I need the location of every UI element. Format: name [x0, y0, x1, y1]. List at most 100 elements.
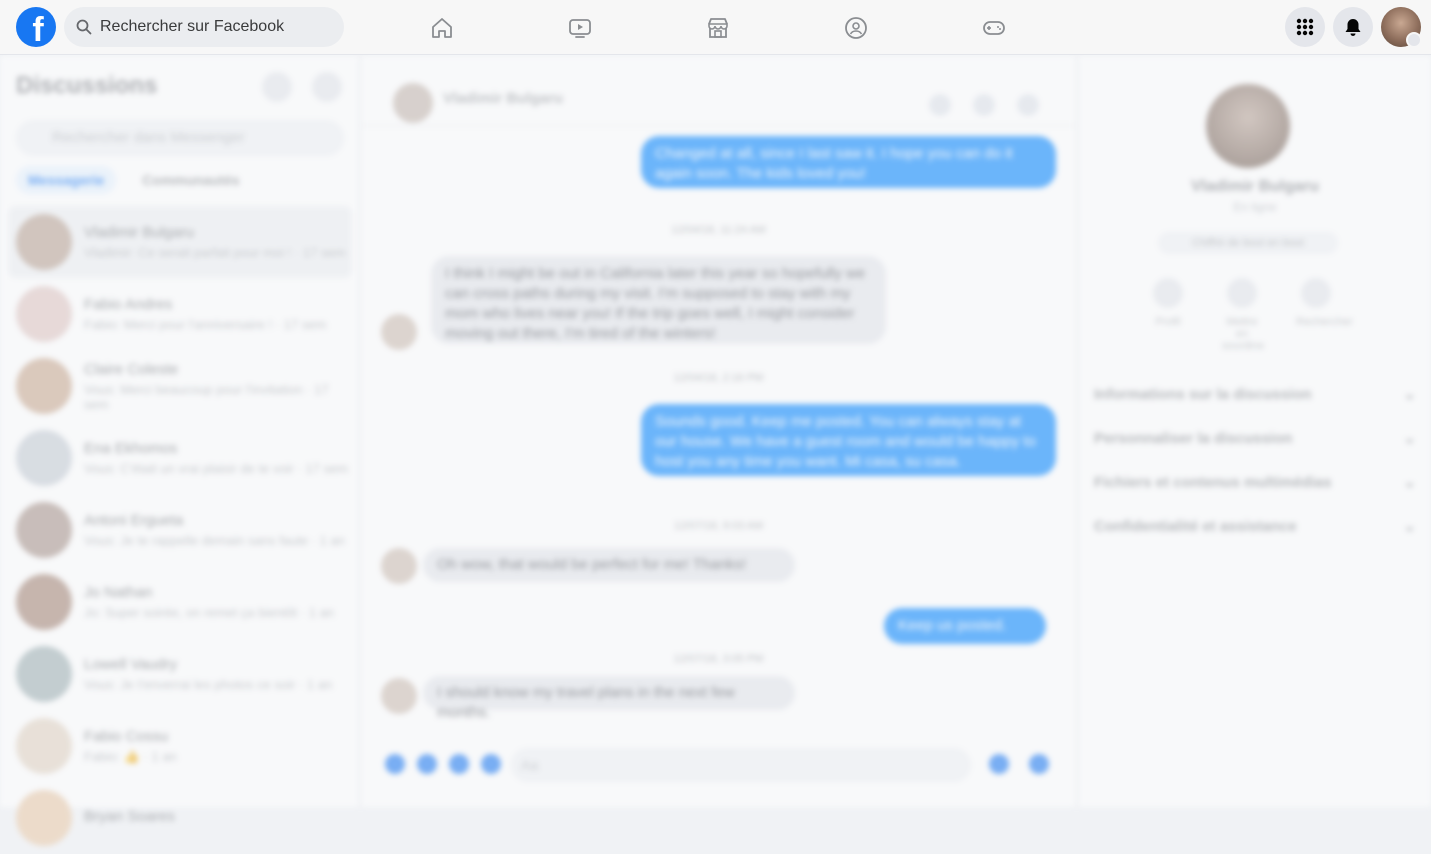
search-action-button[interactable]: Rechercher: [1296, 278, 1353, 352]
conversation-item[interactable]: Bryan Soares: [8, 782, 352, 854]
message-composer: Aa: [361, 740, 1076, 786]
contact-name[interactable]: Vladimir Bulgaru: [443, 90, 563, 107]
menu-item-chat-info[interactable]: Informations sur la discussion ⌄: [1094, 372, 1416, 416]
menu-item-label: Personnaliser la discussion: [1094, 429, 1293, 447]
more-actions-icon[interactable]: [385, 754, 405, 774]
conversation-preview: Vladimir: Ce serait parfait pour moi ! ·…: [84, 245, 346, 260]
conversation-name: Ena Ekhomos: [84, 440, 178, 457]
notifications-bell-icon: [1345, 19, 1361, 36]
facebook-logo-letter: f: [32, 11, 44, 47]
video-call-icon[interactable]: [973, 94, 995, 116]
menu-item-label: Confidentialité et assistance: [1094, 517, 1297, 535]
avatar: [16, 286, 72, 342]
avatar: [16, 502, 72, 558]
conversation-item[interactable]: Claire Coleste Vous: Merci beaucoup pour …: [8, 350, 352, 422]
message-bubble-outgoing: Changed at all, since I last saw it. I h…: [641, 136, 1056, 188]
topbar-right-actions: [1285, 7, 1422, 48]
chevron-down-icon: ⌄: [1403, 474, 1416, 491]
profile-icon: [1153, 278, 1183, 308]
message-bubble-incoming: I should know my travel plans in the nex…: [423, 676, 795, 721]
profile-avatar[interactable]: [1381, 7, 1422, 48]
chevron-down-icon: ⌄: [1403, 518, 1416, 535]
facebook-search-box[interactable]: [64, 7, 344, 47]
conversation-name: Vladimir Bulgaru: [84, 224, 195, 241]
conversation-preview: Vous: Je t'enverrai les photos ce soir ·…: [84, 677, 333, 692]
new-message-button[interactable]: [312, 72, 342, 102]
tab-communities[interactable]: Communautés: [130, 166, 251, 194]
conversation-item[interactable]: Jo Nathan Jo: Super soirée, on remet ça b…: [8, 566, 352, 638]
chevron-down-icon: ⌄: [1403, 386, 1416, 403]
sticker-icon[interactable]: [449, 754, 469, 774]
nav-marketplace-tab[interactable]: [649, 0, 787, 55]
message-input[interactable]: Aa: [511, 748, 971, 782]
message-bubble-outgoing: Sounds good. Keep me posted. You can alw…: [641, 404, 1056, 476]
conversation-preview: Vous: Je te rappelle demain sans faute ·…: [84, 533, 345, 548]
conversation-name: Antoni Ergueta: [84, 512, 184, 529]
contact-profile-name: Vladimir Bulgaru: [1190, 178, 1320, 195]
phone-icon[interactable]: [929, 94, 951, 116]
conversation-name: Fabio Cossu: [84, 727, 169, 745]
more-options-button[interactable]: [262, 72, 292, 102]
gaming-icon: [983, 20, 1005, 35]
contact-avatar: [381, 678, 417, 714]
conversations-sidebar: Discussions Rechercher dans Messenger Me…: [0, 56, 360, 846]
menu-item-media-files[interactable]: Fichiers et contenus multimédias ⌄: [1094, 460, 1416, 504]
conversation-item[interactable]: Fabio Andres Fabio: Merci pour l'annivers…: [8, 278, 352, 350]
image-attach-icon[interactable]: [417, 754, 437, 774]
avatar: [16, 718, 72, 774]
menu-button[interactable]: [1285, 7, 1325, 47]
chevron-down-icon: ⌄: [1403, 430, 1416, 447]
avatar: [16, 646, 72, 702]
profile-action-button[interactable]: Profil: [1148, 278, 1188, 352]
conversation-preview: Vous: Merci beaucoup pour l'invitation ·…: [84, 381, 329, 412]
conversation-name: Jo Nathan: [84, 584, 153, 601]
top-navigation-bar: f: [0, 0, 1431, 55]
message-timestamp: 12/07/18, 9:03 AM: [673, 520, 764, 532]
contact-avatar[interactable]: [393, 83, 433, 123]
menu-item-label: Informations sur la discussion: [1094, 385, 1312, 403]
nav-groups-tab[interactable]: [787, 0, 925, 55]
main-nav-tabs: [373, 0, 1063, 55]
contact-profile-avatar[interactable]: [1206, 84, 1290, 168]
encryption-badge: Chiffré de bout en bout: [1158, 232, 1338, 254]
mute-action-label: Mettre en sourdine: [1222, 316, 1265, 352]
info-icon[interactable]: [1017, 94, 1039, 116]
message-timestamp: 12/07/18, 3:05 PM: [673, 653, 764, 665]
notifications-button[interactable]: [1333, 7, 1373, 47]
profile-action-label: Profil: [1155, 316, 1181, 328]
watch-video-icon: [569, 18, 591, 38]
conversation-item[interactable]: Antoni Ergueta Vous: Je te rappelle demai…: [8, 494, 352, 566]
facebook-logo-icon[interactable]: f: [16, 7, 56, 47]
bell-mute-icon: [1227, 278, 1257, 308]
nav-gaming-tab[interactable]: [925, 0, 1063, 55]
conversation-item[interactable]: Lowell Vaudry Vous: Je t'enverrai les pho…: [8, 638, 352, 710]
message-bubble-incoming: Oh wow, that would be perfect for me! Th…: [423, 548, 795, 582]
emoji-icon[interactable]: [989, 754, 1009, 774]
search-action-label: Rechercher: [1296, 316, 1353, 328]
nav-home-tab[interactable]: [373, 0, 511, 55]
profile-actions: Profil Mettre en sourdine Rechercher: [1148, 278, 1353, 352]
menu-grid-icon: [1296, 18, 1314, 36]
menu-item-privacy-support[interactable]: Confidentialité et assistance ⌄: [1094, 504, 1416, 548]
sidebar-title: Discussions: [16, 72, 158, 99]
conversation-name: Fabio Andres: [84, 296, 173, 313]
mute-action-button[interactable]: Mettre en sourdine: [1222, 278, 1265, 352]
nav-watch-tab[interactable]: [511, 0, 649, 55]
conversation-preview: Vous: C'était un vrai plaisir de te voir…: [84, 461, 349, 476]
details-menu: Informations sur la discussion ⌄ Personna…: [1094, 372, 1416, 548]
search-input[interactable]: [100, 18, 320, 36]
message-timestamp: 12/04/18, 2:16 PM: [673, 372, 764, 384]
conversation-item[interactable]: Fabio Cossu Fabio: 👍 · 1 an: [8, 710, 352, 782]
gif-icon[interactable]: [481, 754, 501, 774]
messenger-search-input[interactable]: Rechercher dans Messenger: [16, 120, 344, 156]
messenger-page-blurred: Discussions Rechercher dans Messenger Me…: [0, 56, 1431, 846]
conversation-item[interactable]: Ena Ekhomos Vous: C'était un vrai plaisir…: [8, 422, 352, 494]
like-thumb-icon[interactable]: [1029, 754, 1049, 774]
conversation-name: Bryan Soares: [84, 807, 175, 825]
avatar: [16, 790, 72, 846]
conversation-item[interactable]: Vladimir Bulgaru Vladimir: Ce serait parf…: [8, 206, 352, 278]
tab-inbox[interactable]: Messagerie: [16, 166, 117, 194]
conversation-preview: Fabio: Merci pour l'anniversaire ! · 17 …: [84, 317, 327, 332]
menu-item-customize-chat[interactable]: Personnaliser la discussion ⌄: [1094, 416, 1416, 460]
conversation-preview: Jo: Super soirée, on remet ça bientôt · …: [84, 605, 335, 620]
